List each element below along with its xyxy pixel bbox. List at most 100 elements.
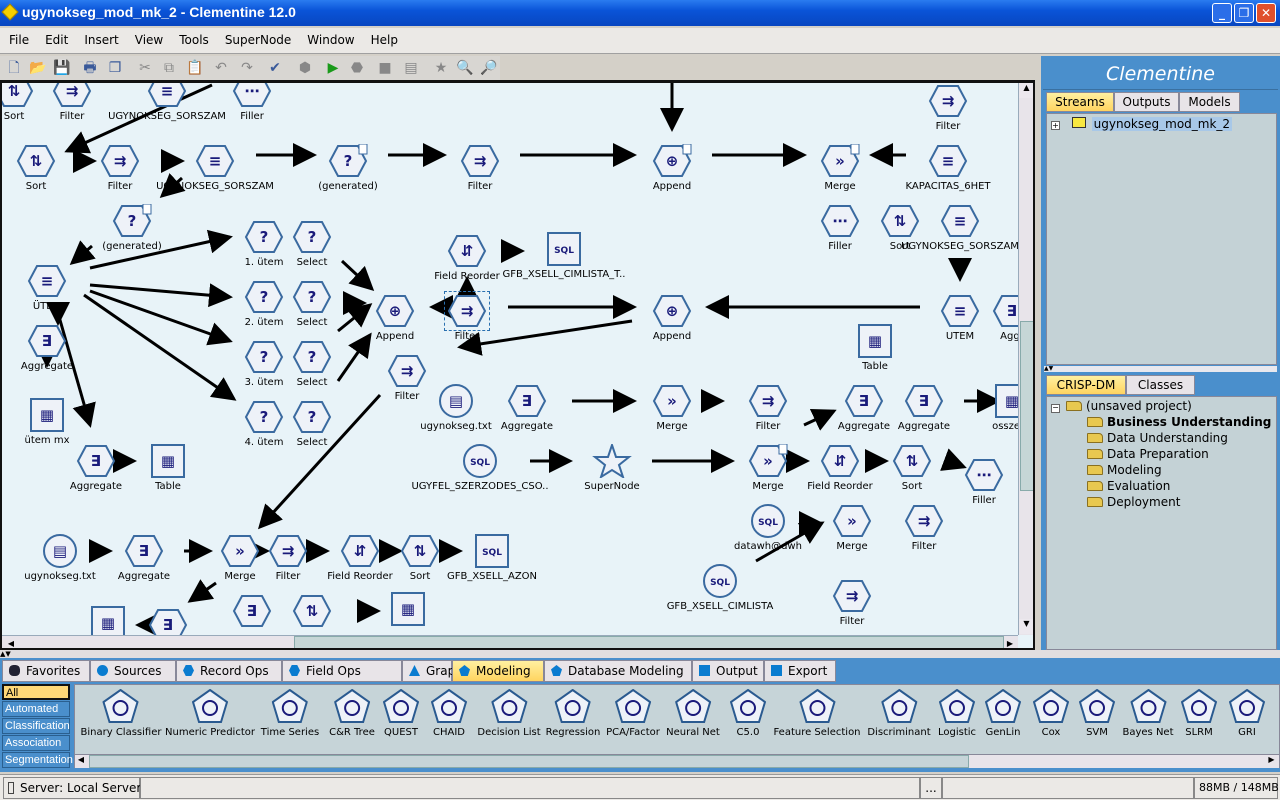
menu-insert[interactable]: Insert	[75, 28, 125, 47]
palette-item-discriminant[interactable]: Discriminant	[867, 689, 931, 738]
new-file-icon[interactable]: 🗋	[5, 59, 23, 77]
stream-node-select[interactable]: ?	[292, 280, 332, 314]
stream-node-filter[interactable]: ⇉	[748, 384, 788, 418]
stream-node-sqlcircle[interactable]: SQL	[748, 504, 788, 538]
menu-supernode[interactable]: SuperNode	[216, 28, 298, 47]
horizontal-scrollbar[interactable]: ◀ ▶	[2, 635, 1018, 648]
stream-node-filter[interactable]: ⇉	[832, 579, 872, 613]
palette-scroll-thumb[interactable]	[89, 755, 969, 768]
crisp-phase-item[interactable]: Business Understanding	[1087, 415, 1271, 429]
stream-node-derive[interactable]: ≡	[940, 204, 980, 238]
stream-node-derive[interactable]: ≡	[195, 144, 235, 178]
menu-help[interactable]: Help	[362, 28, 405, 47]
crisp-phase-item[interactable]: Modeling	[1087, 463, 1162, 477]
stream-node-merge[interactable]: »	[832, 504, 872, 538]
palette-category-classification[interactable]: Classification	[2, 718, 70, 734]
ellipsis-button[interactable]: ...	[920, 777, 942, 799]
annotate-icon[interactable]: ✔	[266, 59, 284, 77]
stream-node-reorder[interactable]: ⇵	[820, 444, 860, 478]
run-selection-icon[interactable]: ⬣	[348, 59, 366, 77]
panel-splitter[interactable]: ▲▼	[1044, 366, 1277, 372]
cut-icon[interactable]: ✂	[136, 59, 154, 77]
stream-node-reorder[interactable]: ⇵	[340, 534, 380, 568]
palette-tab-database-modeling[interactable]: Database Modeling	[544, 660, 692, 682]
palette-tab-record-ops[interactable]: Record Ops	[176, 660, 282, 682]
tab-classes[interactable]: Classes	[1126, 375, 1195, 395]
stream-node-select[interactable]: ?	[244, 340, 284, 374]
stream-node-filter[interactable]: ⇉	[928, 84, 968, 118]
minimize-button[interactable]: _	[1212, 3, 1232, 23]
tab-outputs[interactable]: Outputs	[1114, 92, 1179, 112]
stream-canvas[interactable]: ⇅ Sort ⇉ Filter ≡ UGYNOKSEG_SORSZAM ⋯ Filler ⇅ So…	[0, 80, 1035, 650]
palette-tab-modeling[interactable]: Modeling	[452, 660, 544, 682]
menu-view[interactable]: View	[126, 28, 170, 47]
stream-node-star[interactable]	[592, 441, 632, 480]
collapse-icon[interactable]: −	[1051, 404, 1060, 413]
crisp-phase-item[interactable]: Data Preparation	[1087, 447, 1209, 461]
stream-node-aggregate[interactable]: ∃	[27, 324, 67, 358]
stream-node-aggregate[interactable]: ∃	[232, 594, 272, 628]
stream-node-filler[interactable]: ⋯	[820, 204, 860, 238]
palette-item-logistic[interactable]: Logistic	[938, 689, 976, 738]
tab-streams[interactable]: Streams	[1046, 92, 1114, 112]
stream-node-select[interactable]: ?	[292, 220, 332, 254]
save-icon[interactable]: 💾	[53, 59, 71, 77]
stream-node-merge[interactable]: »	[220, 534, 260, 568]
crisp-phase-item[interactable]: Deployment	[1087, 495, 1180, 509]
stream-node-sort[interactable]: ⇅	[400, 534, 440, 568]
menu-edit[interactable]: Edit	[36, 28, 75, 47]
stream-node-sort[interactable]: ⇅	[880, 204, 920, 238]
tab-crisp-dm[interactable]: CRISP-DM	[1046, 375, 1126, 395]
stream-node-derive[interactable]: ≡	[27, 264, 67, 298]
stream-node-sqlcircle[interactable]: SQL	[700, 564, 740, 598]
scroll-left-button[interactable]: ◀	[2, 636, 20, 648]
palette-item-cox[interactable]: Cox	[1033, 689, 1069, 738]
stream-node-aggregate[interactable]: ∃	[844, 384, 884, 418]
palette-category-segmentation[interactable]: Segmentation	[2, 752, 73, 768]
maximize-button[interactable]: ❐	[1234, 3, 1254, 23]
palette-item-neural-net[interactable]: Neural Net	[666, 689, 720, 738]
zoom-out-icon[interactable]: 🔎	[480, 59, 498, 77]
redo-icon[interactable]: ↷	[238, 59, 256, 77]
stream-node-filter[interactable]: ⇉	[904, 504, 944, 538]
stream-node-filter[interactable]: ⇉	[460, 144, 500, 178]
supernode-star-icon[interactable]: ★	[432, 59, 450, 77]
crisp-phase-item[interactable]: Data Understanding	[1087, 431, 1228, 445]
stream-node-filter[interactable]: ⇉	[52, 83, 92, 108]
palette-item-slrm[interactable]: SLRM	[1181, 689, 1217, 738]
palette-scroll-right[interactable]: ▶	[1265, 755, 1278, 768]
scroll-down-button[interactable]: ▼	[1019, 619, 1033, 634]
palette-tab-favorites[interactable]: Favorites	[2, 660, 90, 682]
stream-node-select[interactable]: ?	[292, 400, 332, 434]
palette-item-binary-classifier[interactable]: Binary Classifier	[81, 689, 161, 738]
palette-category-automated[interactable]: Automated	[2, 701, 70, 717]
stream-node-sqlbox[interactable]: SQL	[544, 232, 584, 266]
palette-scroll-left[interactable]: ◀	[75, 755, 87, 768]
stream-node-filter[interactable]: ⇉	[444, 291, 490, 331]
palette-item-bayes-net[interactable]: Bayes Net	[1122, 689, 1174, 738]
stream-node-table[interactable]: ▦	[148, 444, 188, 478]
stream-node-append[interactable]: ⊕	[375, 294, 415, 328]
stream-node-select[interactable]: ?	[244, 400, 284, 434]
zoom-in-icon[interactable]: 🔍	[456, 59, 474, 77]
palette-item-genlin[interactable]: GenLin	[985, 689, 1021, 738]
scroll-right-button[interactable]: ▶	[1002, 636, 1018, 648]
menu-file[interactable]: File	[0, 28, 36, 47]
palette-item-regression[interactable]: Regression	[546, 689, 600, 738]
stream-node-sort[interactable]: ⇅	[292, 594, 332, 628]
stream-node-filler[interactable]: ⋯	[964, 458, 1004, 492]
palette-item-chaid[interactable]: CHAID	[431, 689, 467, 738]
palette-item-feature-selection[interactable]: Feature Selection	[773, 689, 861, 738]
stream-node-derive[interactable]: ≡	[147, 83, 187, 108]
palette-item-svm[interactable]: SVM	[1079, 689, 1115, 738]
menu-tools[interactable]: Tools	[170, 28, 216, 47]
crisp-phase-item[interactable]: Evaluation	[1087, 479, 1170, 493]
stream-node-merge[interactable]: »	[820, 143, 860, 178]
stream-node-aggregate[interactable]: ∃	[76, 444, 116, 478]
palette-item-gri[interactable]: GRI	[1229, 689, 1265, 738]
stream-node-sort[interactable]: ⇅	[2, 83, 34, 108]
palette-tab-graphs[interactable]: Graphs	[402, 660, 469, 682]
stream-node-merge[interactable]: »	[748, 443, 788, 478]
copy-icon[interactable]: ⧉	[160, 59, 178, 77]
stream-node-table[interactable]: ▦	[388, 592, 428, 626]
